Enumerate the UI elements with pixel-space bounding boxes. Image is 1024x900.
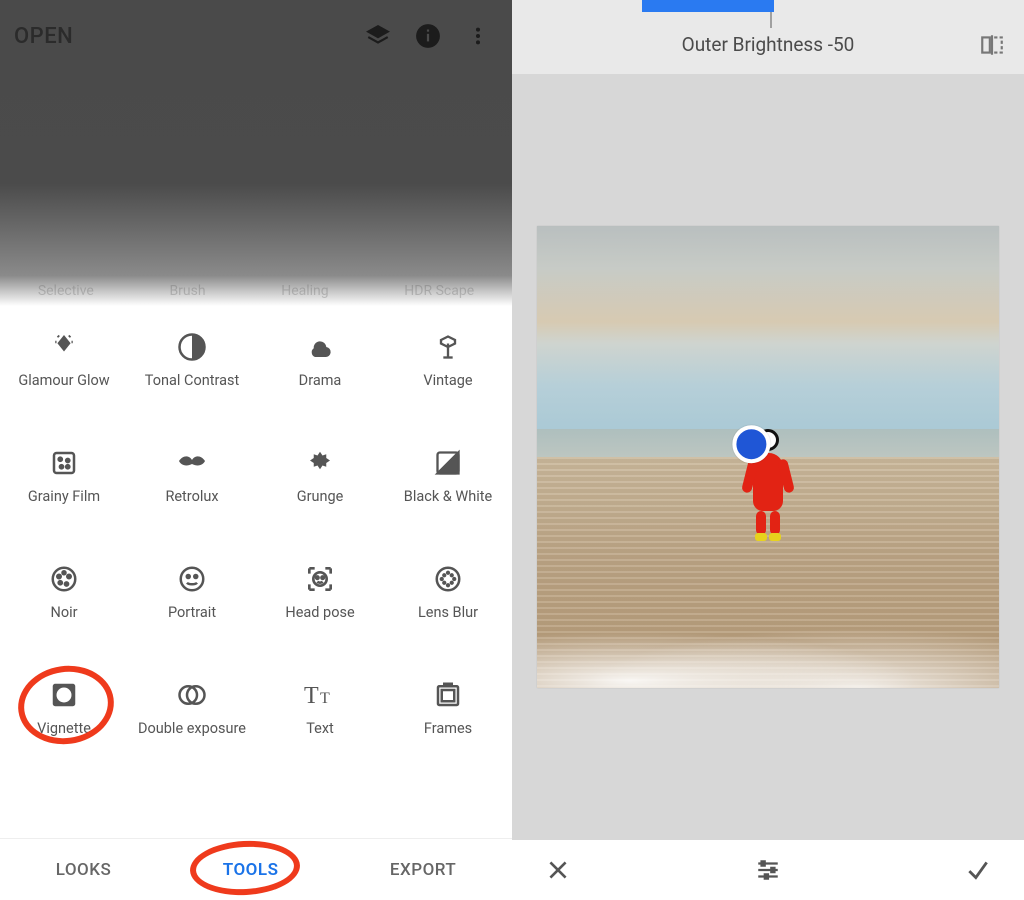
main-toolbar: OPEN [0, 0, 512, 72]
edited-photo [537, 226, 999, 688]
tools-grid: Glamour Glow Tonal Contrast Drama Vintag… [0, 306, 512, 838]
tab-tools[interactable]: TOOLS [223, 860, 279, 880]
tool-label: Glamour Glow [18, 372, 109, 390]
portrait-icon [175, 562, 209, 596]
tool-label: Black & White [404, 488, 492, 506]
tool-label: Grunge [297, 488, 344, 506]
cutoff-label: Healing [281, 283, 328, 303]
frames-icon [431, 678, 465, 712]
glamour-glow-icon [47, 330, 81, 364]
svg-text:T: T [304, 683, 319, 709]
compare-icon[interactable] [978, 32, 1006, 58]
lens-blur-icon [431, 562, 465, 596]
tool-label: Tonal Contrast [145, 372, 239, 390]
tool-double-exposure[interactable]: Double exposure [128, 668, 256, 784]
tool-label: Double exposure [138, 720, 246, 738]
tool-noir[interactable]: Noir [0, 552, 128, 668]
tool-portrait[interactable]: Portrait [128, 552, 256, 668]
tool-label: Noir [50, 604, 77, 622]
adjustment-header: Outer Brightness -50 [512, 0, 1024, 74]
tool-grainy-film[interactable]: Grainy Film [0, 436, 128, 552]
tool-label: Vintage [423, 372, 472, 390]
tool-label: Grainy Film [28, 488, 100, 506]
tools-picker-panel: OPEN [0, 0, 512, 900]
tool-glamour-glow[interactable]: Glamour Glow [0, 320, 128, 436]
slider-center-tick [770, 12, 772, 28]
tool-label: Lens Blur [418, 604, 478, 622]
bottom-tab-bar: LOOKS TOOLS EXPORT [0, 838, 512, 900]
tool-label: Frames [424, 720, 472, 738]
vignette-center-handle[interactable] [732, 425, 770, 463]
tool-vintage[interactable]: Vintage [384, 320, 512, 436]
slider-indicator[interactable] [642, 0, 774, 12]
noir-icon [47, 562, 81, 596]
tool-frames[interactable]: Frames [384, 668, 512, 784]
adjustment-label: Outer Brightness -50 [682, 33, 855, 56]
retrolux-icon [175, 446, 209, 480]
confirm-button[interactable] [960, 852, 996, 888]
tool-head-pose[interactable]: Head pose [256, 552, 384, 668]
edit-action-bar [512, 840, 1024, 900]
head-pose-icon [303, 562, 337, 596]
tonal-contrast-icon [175, 330, 209, 364]
vignette-edit-panel: Outer Brightness -50 [512, 0, 1024, 900]
tool-label: Text [306, 720, 334, 738]
cancel-button[interactable] [540, 852, 576, 888]
previous-tool-row-cutoff: Selective Brush Healing HDR Scape [0, 283, 512, 303]
tool-label: Head pose [285, 604, 354, 622]
tool-grunge[interactable]: Grunge [256, 436, 384, 552]
photo-preview-area[interactable] [512, 74, 1024, 840]
cutoff-label: HDR Scape [404, 283, 474, 303]
editor-preview-dimmed: OPEN [0, 0, 512, 306]
overflow-menu-icon[interactable] [458, 16, 498, 56]
double-exposure-icon [175, 678, 209, 712]
tool-drama[interactable]: Drama [256, 320, 384, 436]
vignette-icon [47, 678, 81, 712]
tool-label: Drama [299, 372, 342, 390]
tool-text[interactable]: TT Text [256, 668, 384, 784]
grunge-icon [303, 446, 337, 480]
vintage-icon [431, 330, 465, 364]
tab-export[interactable]: EXPORT [390, 860, 456, 880]
cutoff-label: Brush [169, 283, 205, 303]
tool-label: Retrolux [165, 488, 218, 506]
tool-label: Vignette [37, 720, 91, 738]
tool-vignette[interactable]: Vignette [0, 668, 128, 784]
cutoff-label: Selective [38, 283, 94, 303]
tool-tonal-contrast[interactable]: Tonal Contrast [128, 320, 256, 436]
text-icon: TT [303, 678, 337, 712]
tool-black-white[interactable]: Black & White [384, 436, 512, 552]
adjust-sliders-button[interactable] [750, 852, 786, 888]
drama-icon [303, 330, 337, 364]
tool-retrolux[interactable]: Retrolux [128, 436, 256, 552]
layers-icon[interactable] [358, 16, 398, 56]
svg-text:T: T [320, 690, 330, 707]
open-button[interactable]: OPEN [14, 24, 73, 49]
info-icon[interactable] [408, 16, 448, 56]
tool-label: Portrait [168, 604, 216, 622]
grainy-film-icon [47, 446, 81, 480]
black-white-icon [431, 446, 465, 480]
tool-lens-blur[interactable]: Lens Blur [384, 552, 512, 668]
tab-looks[interactable]: LOOKS [56, 860, 112, 880]
